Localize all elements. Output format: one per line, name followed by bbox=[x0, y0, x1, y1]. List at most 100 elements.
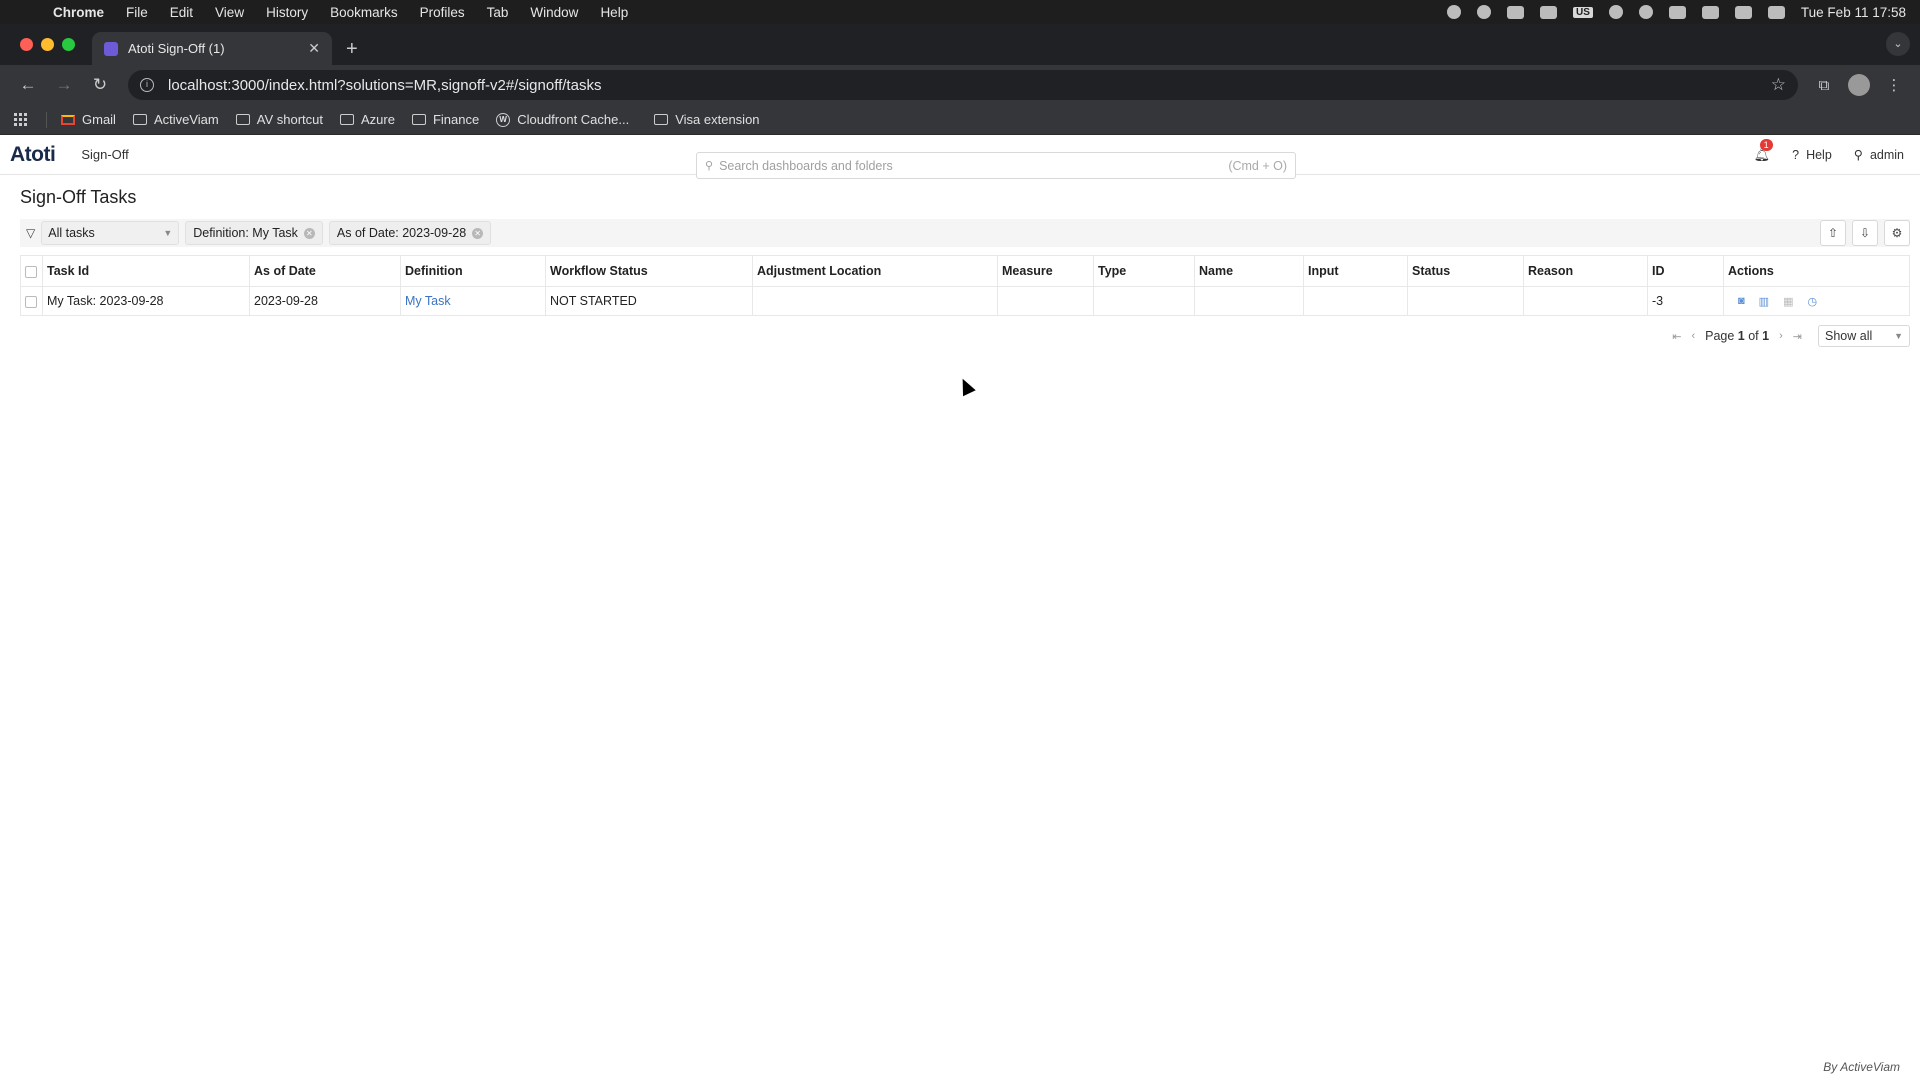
url-text[interactable]: localhost:3000/index.html?solutions=MR,s… bbox=[168, 77, 601, 94]
chart-icon[interactable]: ▥ bbox=[1759, 295, 1769, 308]
user-icon: ⚲ bbox=[1853, 148, 1863, 162]
bookmark-activeviam[interactable]: ActiveViam bbox=[132, 112, 219, 127]
chrome-menu-icon[interactable]: ⋮ bbox=[1878, 76, 1910, 94]
profile-avatar[interactable] bbox=[1848, 74, 1870, 96]
user-menu[interactable]: ⚲ admin bbox=[1853, 147, 1904, 163]
col-reason[interactable]: Reason bbox=[1523, 255, 1648, 287]
menu-file[interactable]: File bbox=[115, 5, 159, 20]
minimize-window-icon[interactable] bbox=[41, 38, 54, 51]
notifications-bell-icon[interactable]: 🔔︎ 1 bbox=[1754, 138, 1773, 163]
definition-link[interactable]: My Task bbox=[405, 294, 451, 308]
clock[interactable]: Tue Feb 11 17:58 bbox=[1801, 5, 1906, 20]
bookmark-azure[interactable]: Azure bbox=[339, 112, 395, 127]
search-input[interactable]: ⚲ Search dashboards and folders (Cmd + O… bbox=[696, 152, 1296, 179]
forward-icon[interactable]: → bbox=[46, 75, 82, 95]
siri-icon[interactable] bbox=[1767, 5, 1785, 19]
extensions-icon[interactable]: ⧉ bbox=[1808, 77, 1840, 94]
page-of-label: of bbox=[1748, 329, 1759, 343]
history-clock-icon[interactable]: ◷ bbox=[1807, 295, 1817, 308]
col-input[interactable]: Input bbox=[1303, 255, 1408, 287]
filter-icon[interactable]: ▽ bbox=[26, 226, 35, 240]
menu-bookmarks[interactable]: Bookmarks bbox=[319, 5, 409, 20]
table-icon[interactable]: ▦ bbox=[1783, 295, 1793, 308]
menu-app[interactable]: Chrome bbox=[42, 5, 115, 20]
menu-profiles[interactable]: Profiles bbox=[409, 5, 476, 20]
download-icon[interactable]: ⇩ bbox=[1852, 220, 1878, 246]
upload-icon[interactable]: ⇧ bbox=[1820, 220, 1846, 246]
next-page-icon[interactable]: › bbox=[1779, 330, 1783, 342]
prev-page-icon[interactable]: ‹ bbox=[1691, 330, 1695, 342]
menu-help[interactable]: Help bbox=[589, 5, 639, 20]
col-task-id[interactable]: Task Id bbox=[42, 255, 250, 287]
filter-chip-definition[interactable]: Definition: My Task ✕ bbox=[185, 221, 323, 245]
close-tab-icon[interactable]: ✕ bbox=[308, 40, 320, 57]
archive-icon[interactable] bbox=[1507, 5, 1525, 19]
select-all-checkbox[interactable] bbox=[25, 265, 37, 278]
site-info-icon[interactable]: i bbox=[140, 78, 154, 92]
col-adjustment-location[interactable]: Adjustment Location bbox=[752, 255, 998, 287]
back-icon[interactable]: ← bbox=[10, 75, 46, 95]
bookmark-finance[interactable]: Finance bbox=[411, 112, 479, 127]
menu-edit[interactable]: Edit bbox=[159, 5, 204, 20]
search-placeholder: Search dashboards and folders bbox=[719, 158, 893, 173]
col-as-of-date[interactable]: As of Date bbox=[249, 255, 401, 287]
user-switch-icon[interactable] bbox=[1638, 5, 1653, 19]
bookmark-star-icon[interactable]: ☆ bbox=[1771, 75, 1786, 95]
record-icon[interactable] bbox=[1447, 5, 1462, 19]
reload-icon[interactable]: ↻ bbox=[82, 75, 118, 95]
control-center-icon[interactable] bbox=[1734, 5, 1752, 19]
table-row[interactable]: My Task: 2023-09-28 2023-09-28 My Task N… bbox=[20, 286, 1910, 316]
col-id[interactable]: ID bbox=[1647, 255, 1724, 287]
remove-chip-icon[interactable]: ✕ bbox=[303, 227, 315, 239]
help-button[interactable]: ? Help bbox=[1792, 148, 1832, 162]
cell-actions: ◙ ▥ ▦ ◷ bbox=[1723, 286, 1910, 316]
zoom-window-icon[interactable] bbox=[62, 38, 75, 51]
atoti-logo[interactable]: Atoti bbox=[10, 143, 56, 167]
bookmark-label: ActiveViam bbox=[153, 112, 219, 127]
mouse-cursor-icon bbox=[956, 375, 976, 397]
col-actions: Actions bbox=[1723, 255, 1910, 287]
tab-search-chevron-icon[interactable]: ⌄ bbox=[1886, 32, 1910, 56]
new-tab-icon[interactable]: + bbox=[346, 38, 358, 61]
keyboard-layout[interactable]: US bbox=[1573, 6, 1593, 18]
bookmark-cloudfront[interactable]: W Cloudfront Cache... bbox=[496, 112, 629, 127]
row-checkbox[interactable] bbox=[25, 295, 37, 308]
bookmark-visa-extension[interactable]: Visa extension bbox=[654, 112, 760, 127]
bookmark-gmail[interactable]: Gmail bbox=[61, 112, 116, 127]
close-window-icon[interactable] bbox=[20, 38, 33, 51]
menu-tab[interactable]: Tab bbox=[476, 5, 520, 20]
menu-history[interactable]: History bbox=[255, 5, 319, 20]
menu-view[interactable]: View bbox=[204, 5, 255, 20]
apps-grid-icon[interactable] bbox=[14, 112, 28, 127]
address-bar[interactable]: i localhost:3000/index.html?solutions=MR… bbox=[128, 70, 1798, 100]
last-page-icon[interactable]: ⇥ bbox=[1793, 330, 1802, 343]
menubar-menu: Chrome File Edit View History Bookmarks … bbox=[42, 5, 639, 20]
page-indicator: Page 1 of 1 bbox=[1705, 329, 1769, 343]
battery-icon[interactable] bbox=[1668, 5, 1686, 19]
col-measure[interactable]: Measure bbox=[997, 255, 1094, 287]
remove-chip-icon[interactable]: ✕ bbox=[472, 227, 484, 239]
tab-title: Atoti Sign-Off (1) bbox=[128, 41, 225, 56]
col-status[interactable]: Status bbox=[1407, 255, 1524, 287]
menu-window[interactable]: Window bbox=[519, 5, 589, 20]
cell-name bbox=[1194, 286, 1304, 316]
col-workflow-status[interactable]: Workflow Status bbox=[545, 255, 753, 287]
wifi-icon[interactable] bbox=[1701, 5, 1719, 19]
bookmark-av-shortcut[interactable]: AV shortcut bbox=[235, 112, 323, 127]
settings-gear-icon[interactable]: ⚙ bbox=[1884, 220, 1910, 246]
bluetooth-icon[interactable] bbox=[1608, 5, 1623, 19]
page-size-select[interactable]: Show all ▼ bbox=[1818, 325, 1910, 347]
browser-tab[interactable]: Atoti Sign-Off (1) ✕ bbox=[92, 32, 332, 65]
col-definition[interactable]: Definition bbox=[400, 255, 546, 287]
chip-label: Definition: My Task bbox=[193, 226, 298, 240]
gmail-icon bbox=[61, 114, 75, 125]
dots-icon[interactable] bbox=[1540, 5, 1558, 19]
chip-label: As of Date: 2023-09-28 bbox=[336, 226, 467, 240]
col-type[interactable]: Type bbox=[1093, 255, 1195, 287]
camera-icon[interactable]: ◙ bbox=[1738, 295, 1745, 308]
m-app-icon[interactable] bbox=[1477, 5, 1492, 19]
col-name[interactable]: Name bbox=[1194, 255, 1304, 287]
first-page-icon[interactable]: ⇤ bbox=[1672, 330, 1681, 343]
filter-chip-as-of-date[interactable]: As of Date: 2023-09-28 ✕ bbox=[328, 221, 492, 245]
task-scope-select[interactable]: All tasks ▼ bbox=[41, 221, 180, 245]
